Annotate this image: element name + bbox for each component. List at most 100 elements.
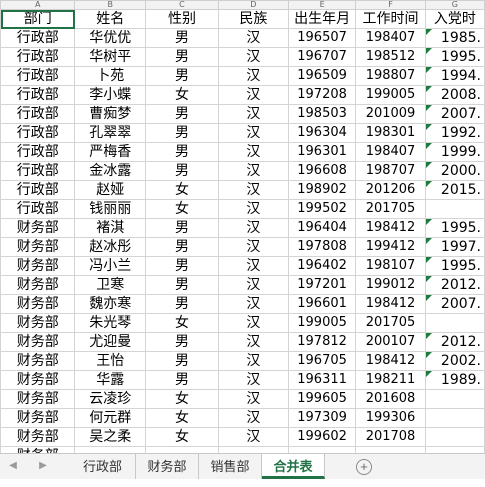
table-cell[interactable]: 朱光琴: [74, 313, 147, 333]
table-cell[interactable]: 赵娅: [74, 180, 147, 200]
table-cell[interactable]: 冯小兰: [74, 256, 147, 276]
table-cell[interactable]: 女: [145, 389, 219, 409]
table-cell[interactable]: 198412: [355, 218, 426, 238]
table-cell[interactable]: 196507: [287, 28, 357, 48]
table-cell[interactable]: 严梅香: [74, 142, 147, 162]
tab-sheet-3[interactable]: 销售部: [199, 454, 262, 479]
table-cell[interactable]: 男: [145, 237, 219, 257]
table-cell[interactable]: 2012.: [424, 275, 485, 295]
table-cell[interactable]: 汉: [217, 104, 289, 124]
tab-sheet-1[interactable]: 行政部: [70, 454, 136, 479]
table-cell[interactable]: 女: [145, 180, 219, 200]
table-cell[interactable]: 男: [145, 142, 219, 162]
header-cell[interactable]: 部门: [0, 9, 76, 29]
table-cell[interactable]: 财务部: [0, 389, 76, 409]
table-cell[interactable]: 汉: [217, 180, 289, 200]
table-cell[interactable]: 财务部: [0, 237, 76, 257]
table-cell[interactable]: 卜苑: [74, 66, 147, 86]
table-cell[interactable]: 汉: [217, 256, 289, 276]
table-cell[interactable]: 196601: [287, 294, 357, 314]
table-cell[interactable]: 1995.: [424, 47, 485, 67]
table-cell[interactable]: 198407: [355, 142, 426, 162]
table-cell[interactable]: 199502: [287, 199, 357, 219]
table-cell[interactable]: 财务部: [0, 275, 76, 295]
table-cell[interactable]: 男: [145, 351, 219, 371]
table-cell[interactable]: 197812: [287, 332, 357, 352]
table-cell[interactable]: 201206: [355, 180, 426, 200]
table-cell[interactable]: 198407: [355, 28, 426, 48]
table-cell[interactable]: 199412: [355, 237, 426, 257]
table-cell[interactable]: 196707: [287, 47, 357, 67]
table-cell[interactable]: 1997.: [424, 237, 485, 257]
header-cell[interactable]: 民族: [217, 9, 289, 29]
table-cell[interactable]: 女: [145, 199, 219, 219]
table-cell[interactable]: 华优优: [74, 28, 147, 48]
table-cell[interactable]: [424, 199, 485, 219]
table-cell[interactable]: 2015.: [424, 180, 485, 200]
table-cell[interactable]: 男: [145, 28, 219, 48]
table-cell[interactable]: 198211: [355, 370, 426, 390]
table-cell[interactable]: 行政部: [0, 180, 76, 200]
column-header-c[interactable]: C: [145, 0, 219, 10]
table-cell[interactable]: 198503: [287, 104, 357, 124]
table-cell[interactable]: 钱丽丽: [74, 199, 147, 219]
column-header-a[interactable]: A: [0, 0, 76, 10]
table-cell[interactable]: 男: [145, 370, 219, 390]
table-cell[interactable]: 汉: [217, 313, 289, 333]
table-cell[interactable]: 2007.: [424, 294, 485, 314]
column-header-f[interactable]: F: [355, 0, 426, 10]
table-cell[interactable]: 196311: [287, 370, 357, 390]
table-cell[interactable]: 198512: [355, 47, 426, 67]
table-cell[interactable]: 200107: [355, 332, 426, 352]
table-cell[interactable]: 财务部: [0, 370, 76, 390]
table-cell[interactable]: 曹痴梦: [74, 104, 147, 124]
add-sheet-icon[interactable]: +: [356, 459, 372, 475]
table-cell[interactable]: 行政部: [0, 104, 76, 124]
table-cell[interactable]: 魏亦寒: [74, 294, 147, 314]
table-cell[interactable]: 196509: [287, 66, 357, 86]
table-cell[interactable]: 198107: [355, 256, 426, 276]
table-cell[interactable]: 赵冰彤: [74, 237, 147, 257]
table-cell[interactable]: 198902: [287, 180, 357, 200]
table-cell[interactable]: 201708: [355, 427, 426, 447]
table-cell[interactable]: 女: [145, 313, 219, 333]
table-cell[interactable]: 女: [145, 408, 219, 428]
column-header-g[interactable]: G: [424, 0, 485, 10]
table-cell[interactable]: 尤迎曼: [74, 332, 147, 352]
table-cell[interactable]: [424, 389, 485, 409]
header-cell[interactable]: 姓名: [74, 9, 147, 29]
table-cell[interactable]: 男: [145, 275, 219, 295]
table-cell[interactable]: 财务部: [0, 218, 76, 238]
table-cell[interactable]: 197309: [287, 408, 357, 428]
table-cell[interactable]: 金冰露: [74, 161, 147, 181]
table-cell[interactable]: 何元群: [74, 408, 147, 428]
table-cell[interactable]: 汉: [217, 218, 289, 238]
table-cell[interactable]: [424, 427, 485, 447]
table-cell[interactable]: 男: [145, 332, 219, 352]
table-cell[interactable]: 财务部: [0, 351, 76, 371]
table-cell[interactable]: 198301: [355, 123, 426, 143]
table-cell[interactable]: 财务部: [0, 313, 76, 333]
table-cell[interactable]: 财务部: [0, 427, 76, 447]
table-cell[interactable]: 2002.: [424, 351, 485, 371]
table-cell[interactable]: 汉: [217, 370, 289, 390]
table-cell[interactable]: 198412: [355, 351, 426, 371]
table-cell[interactable]: 201705: [355, 199, 426, 219]
table-cell[interactable]: 男: [145, 161, 219, 181]
table-cell[interactable]: 196301: [287, 142, 357, 162]
table-cell[interactable]: 196404: [287, 218, 357, 238]
table-cell[interactable]: 卫寒: [74, 275, 147, 295]
triangle-left-icon[interactable]: ◀: [8, 460, 18, 472]
table-cell[interactable]: 褚淇: [74, 218, 147, 238]
table-cell[interactable]: 财务部: [0, 332, 76, 352]
table-cell[interactable]: 196705: [287, 351, 357, 371]
header-cell[interactable]: 性别: [145, 9, 219, 29]
table-cell[interactable]: 1999.: [424, 142, 485, 162]
table-cell[interactable]: 1989.: [424, 370, 485, 390]
table-cell[interactable]: 男: [145, 256, 219, 276]
table-cell[interactable]: 财务部: [0, 256, 76, 276]
table-cell[interactable]: 196608: [287, 161, 357, 181]
table-cell[interactable]: 199005: [355, 85, 426, 105]
table-cell[interactable]: 汉: [217, 199, 289, 219]
table-cell[interactable]: 行政部: [0, 142, 76, 162]
